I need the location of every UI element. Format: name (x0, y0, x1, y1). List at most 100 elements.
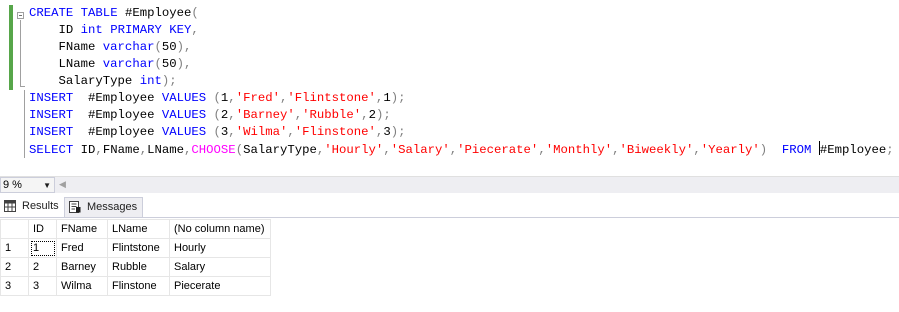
code-token: ID (73, 143, 96, 157)
code-token: ), (176, 57, 192, 71)
code-token: , (228, 125, 236, 139)
code-token: ; (886, 143, 894, 157)
code-token: ( (154, 57, 162, 71)
editor-status-bar: 9 % ▼ ◀ (0, 176, 899, 193)
code-line[interactable]: FName varchar(50), (29, 39, 894, 56)
code-token: 'Fred' (235, 91, 280, 105)
code-token: varchar (102, 57, 155, 71)
tab-results-label: Results (22, 200, 59, 212)
sql-code[interactable]: CREATE TABLE #Employee( ID int PRIMARY K… (29, 5, 894, 158)
zoom-value: 9 % (3, 179, 22, 191)
code-token: SELECT (29, 143, 74, 157)
column-header[interactable]: ID (28, 219, 57, 239)
query-editor[interactable]: CREATE TABLE #Employee( ID int PRIMARY K… (0, 0, 899, 176)
code-token: , (612, 143, 620, 157)
code-token: FROM (781, 143, 812, 157)
code-line[interactable]: ID int PRIMARY KEY, (29, 22, 894, 39)
tab-results[interactable]: Results (0, 197, 63, 217)
row-number[interactable]: 3 (0, 276, 29, 296)
zoom-dropdown[interactable]: 9 % ▼ (0, 177, 55, 193)
code-line[interactable]: INSERT #Employee VALUES (2,'Barney','Rub… (29, 107, 894, 124)
code-line[interactable]: INSERT #Employee VALUES (1,'Fred','Flint… (29, 90, 894, 107)
table-cell[interactable]: 3 (28, 276, 57, 296)
code-token: , (287, 125, 295, 139)
code-token: ( (235, 143, 244, 157)
table-cell[interactable]: Hourly (169, 238, 271, 258)
scroll-left-icon[interactable]: ◀ (59, 179, 66, 190)
code-token: , (361, 108, 369, 122)
table-cell[interactable]: Flinstone (107, 276, 170, 296)
code-token: , (191, 23, 199, 37)
code-token: #Employee (73, 108, 162, 122)
code-token: CHOOSE (191, 143, 236, 157)
code-token: , (95, 143, 103, 157)
code-token: , (139, 143, 148, 157)
code-token: #Employee (117, 6, 192, 20)
code-token: SalaryType (243, 143, 317, 157)
code-token: FName (102, 143, 140, 157)
grid-icon (4, 200, 16, 212)
code-line[interactable]: SalaryType int); (29, 73, 894, 90)
code-token: FName (29, 40, 103, 54)
code-token: , (693, 143, 701, 157)
table-cell[interactable]: Wilma (56, 276, 108, 296)
collapse-region-icon[interactable] (17, 12, 24, 19)
code-token: 'Barney' (235, 108, 295, 122)
code-token: int (80, 23, 103, 37)
code-token: VALUES (161, 91, 207, 105)
code-token: VALUES (161, 125, 207, 139)
code-token: 'Piecerate' (457, 143, 539, 157)
code-line[interactable]: CREATE TABLE #Employee( (29, 5, 894, 22)
code-token: ); (390, 91, 406, 105)
code-token: int (139, 74, 162, 88)
results-grid[interactable]: ID FName LName (No column name) 1 1 Fred… (0, 219, 271, 296)
row-number[interactable]: 2 (0, 257, 29, 277)
fold-guide-end (20, 86, 25, 87)
code-token: INSERT (29, 125, 74, 139)
editor-margin-line (24, 90, 25, 158)
results-tab-strip: Results Messages (0, 193, 899, 218)
table-cell[interactable]: Piecerate (169, 276, 271, 296)
code-token: , (538, 143, 546, 157)
row-number[interactable]: 1 (0, 238, 29, 258)
code-token: ); (390, 125, 406, 139)
code-token: 'Yearly' (700, 143, 760, 157)
row-header-corner[interactable] (0, 219, 29, 239)
code-token: ( (213, 108, 221, 122)
change-indicator-bar (9, 5, 13, 90)
code-token: LName (29, 57, 103, 71)
grid-header-row: ID FName LName (No column name) (0, 219, 271, 239)
table-cell[interactable]: Salary (169, 257, 271, 277)
code-token: 'Monthly' (545, 143, 613, 157)
table-cell[interactable]: 1 (28, 238, 57, 258)
table-cell[interactable]: Barney (56, 257, 108, 277)
code-line[interactable]: SELECT ID,FName,LName,CHOOSE(SalaryType,… (29, 141, 894, 158)
table-row[interactable]: 2 2 Barney Rubble Salary (0, 257, 271, 277)
table-row[interactable]: 1 1 Fred Flintstone Hourly (0, 238, 271, 258)
code-token: ( (213, 125, 221, 139)
table-cell[interactable]: Flintstone (107, 238, 170, 258)
table-cell[interactable]: Rubble (107, 257, 170, 277)
table-cell[interactable]: 2 (28, 257, 57, 277)
table-row[interactable]: 3 3 Wilma Flinstone Piecerate (0, 276, 271, 296)
code-token: CREATE (29, 6, 74, 20)
tab-messages[interactable]: Messages (64, 197, 143, 217)
code-token: ), (176, 40, 192, 54)
code-line[interactable]: LName varchar(50), (29, 56, 894, 73)
messages-icon (69, 201, 81, 213)
code-token: varchar (102, 40, 155, 54)
code-line[interactable]: INSERT #Employee VALUES (3,'Wilma','Flin… (29, 124, 894, 141)
column-header[interactable]: FName (56, 219, 108, 239)
code-token: 'Salary' (390, 143, 450, 157)
code-token: , (228, 91, 236, 105)
column-header[interactable]: LName (107, 219, 170, 239)
column-header[interactable]: (No column name) (169, 219, 271, 239)
code-token: ); (375, 108, 391, 122)
chevron-down-icon[interactable]: ▼ (43, 179, 51, 193)
table-cell[interactable]: Fred (56, 238, 108, 258)
